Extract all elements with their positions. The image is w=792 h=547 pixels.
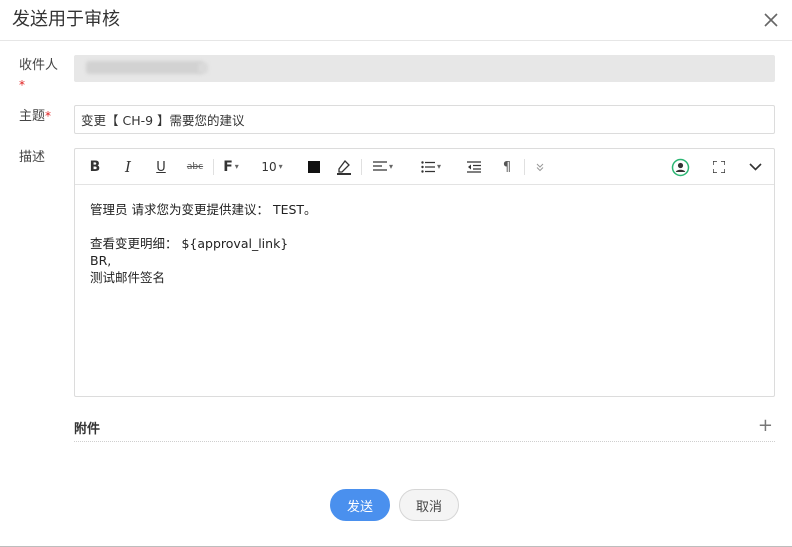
user-mention-icon[interactable]: [669, 157, 691, 177]
paragraph-icon[interactable]: ¶: [499, 157, 515, 177]
attachments-label: 附件: [74, 422, 101, 437]
align-icon[interactable]: ▾: [368, 157, 398, 177]
editor-toolbar: B I U abc F ▾ 10 ▾ ▾ ▾ ¶: [75, 149, 774, 185]
recipient-redacted-tail: [198, 63, 208, 73]
recipient-redacted: [86, 61, 204, 74]
toolbar-divider: [524, 159, 525, 175]
close-icon[interactable]: [762, 11, 780, 29]
recipient-required-mark: *: [19, 78, 25, 92]
dialog-header: 发送用于审核: [0, 0, 792, 41]
recipient-field[interactable]: [74, 55, 775, 82]
rich-text-editor[interactable]: B I U abc F ▾ 10 ▾ ▾ ▾ ¶ 管理员 请求您为变更提供建议：…: [74, 148, 775, 397]
attachments-section: 附件 +: [74, 414, 775, 442]
more-icon[interactable]: [533, 157, 547, 177]
content-line: 测试邮件签名: [90, 270, 166, 285]
highlight-icon[interactable]: [335, 157, 353, 177]
outdent-icon[interactable]: [465, 157, 483, 177]
content-line: BR,: [90, 253, 112, 268]
content-line: 查看变更明细： ${approval_link}: [90, 236, 289, 251]
bold-icon[interactable]: B: [85, 157, 105, 177]
italic-icon[interactable]: I: [119, 157, 137, 177]
strikethrough-icon[interactable]: abc: [184, 157, 206, 177]
toolbar-divider: [213, 159, 214, 175]
font-family-icon[interactable]: F ▾: [221, 157, 241, 177]
fullscreen-icon[interactable]: [710, 157, 728, 177]
editor-content[interactable]: 管理员 请求您为变更提供建议： TEST。 查看变更明细： ${approval…: [90, 201, 760, 286]
text-color-icon[interactable]: [306, 157, 322, 177]
font-size-select[interactable]: 10 ▾: [257, 157, 287, 177]
list-icon[interactable]: ▾: [416, 157, 446, 177]
recipient-label: 收件人: [19, 58, 59, 73]
subject-input[interactable]: [74, 105, 775, 134]
send-for-review-dialog: 发送用于审核 收件人 * 主题* 描述 B I U abc: [0, 0, 792, 547]
dialog-title: 发送用于审核: [12, 9, 120, 30]
toolbar-divider: [361, 159, 362, 175]
collapse-icon[interactable]: [746, 157, 764, 177]
subject-label: 主题*: [19, 109, 52, 124]
underline-icon[interactable]: U: [151, 157, 171, 177]
add-attachment-icon[interactable]: +: [758, 415, 773, 437]
content-line: 管理员 请求您为变更提供建议： TEST。: [90, 202, 317, 217]
description-label: 描述: [19, 150, 46, 165]
cancel-button[interactable]: 取消: [399, 489, 459, 521]
send-button[interactable]: 发送: [330, 489, 390, 521]
